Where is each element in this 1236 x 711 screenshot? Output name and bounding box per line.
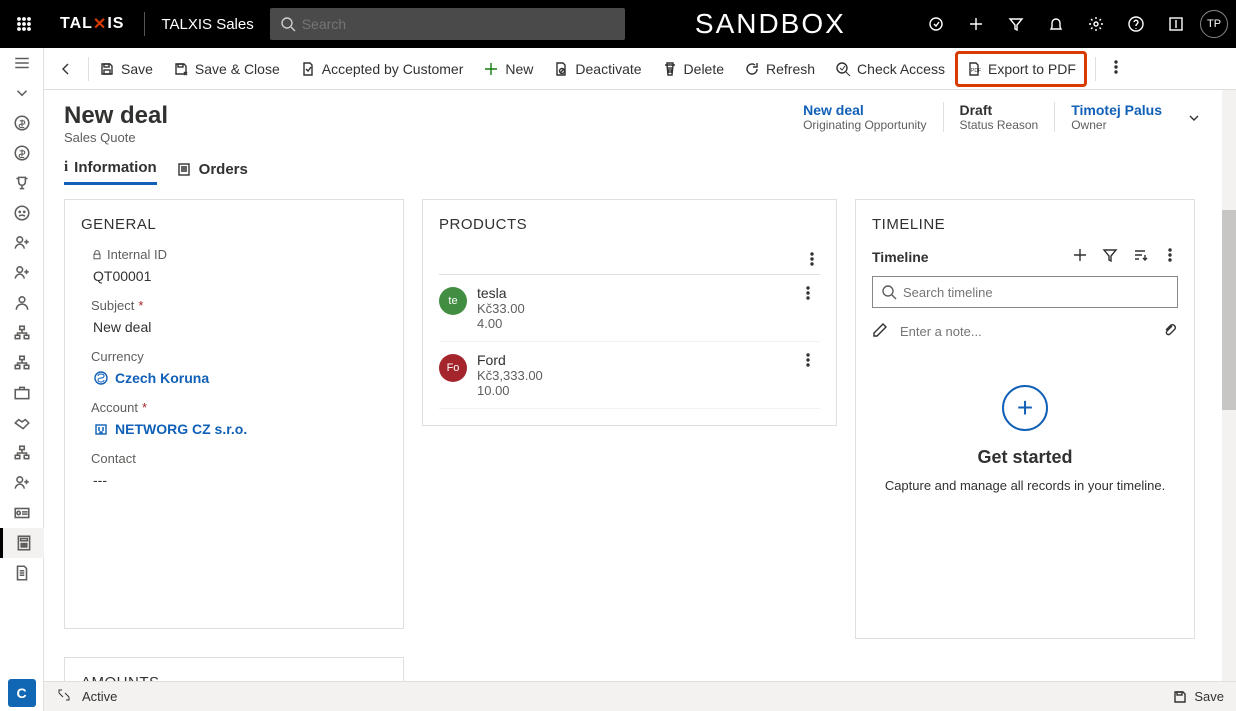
note-pencil-icon[interactable] bbox=[872, 322, 888, 341]
new-button[interactable]: New bbox=[473, 53, 543, 85]
timeline-filter-icon[interactable] bbox=[1102, 247, 1118, 266]
flow-icon[interactable] bbox=[0, 438, 44, 468]
product-qty: 4.00 bbox=[477, 316, 786, 331]
org2-icon[interactable] bbox=[0, 348, 44, 378]
product-overflow-icon[interactable] bbox=[796, 285, 820, 304]
product-overflow-icon[interactable] bbox=[796, 352, 820, 371]
product-avatar: te bbox=[439, 287, 467, 315]
delete-button[interactable]: Delete bbox=[652, 53, 734, 85]
chevron-down-icon[interactable] bbox=[0, 78, 44, 108]
lock-icon bbox=[91, 249, 103, 261]
export-pdf-button[interactable]: PDFExport to PDF bbox=[955, 51, 1087, 87]
accepted-button[interactable]: Accepted by Customer bbox=[290, 53, 474, 85]
tab-information[interactable]: iInformation bbox=[64, 159, 157, 185]
people-add2-icon[interactable] bbox=[0, 258, 44, 288]
add-icon[interactable] bbox=[956, 0, 996, 48]
subject-value[interactable]: New deal bbox=[81, 319, 387, 335]
expand-header-icon[interactable] bbox=[1178, 102, 1202, 129]
help-icon[interactable] bbox=[1116, 0, 1156, 48]
tab-orders[interactable]: Orders bbox=[177, 159, 248, 185]
status-text: Active bbox=[82, 689, 117, 704]
svg-text:PDF: PDF bbox=[971, 68, 981, 74]
timeline-overflow-icon[interactable] bbox=[1162, 247, 1178, 266]
org-icon[interactable] bbox=[0, 318, 44, 348]
timeline-search[interactable] bbox=[872, 276, 1178, 308]
command-bar: Save Save & Close Accepted by Customer N… bbox=[44, 48, 1236, 90]
product-avatar: Fo bbox=[439, 354, 467, 382]
contact-value[interactable]: --- bbox=[81, 472, 387, 488]
attachment-icon[interactable] bbox=[1162, 322, 1178, 341]
people-icon[interactable] bbox=[0, 468, 44, 498]
check-access-button[interactable]: Check Access bbox=[825, 53, 955, 85]
product-row[interactable]: te tesla Kč33.00 4.00 bbox=[439, 275, 820, 342]
deactivate-button[interactable]: Deactivate bbox=[543, 53, 651, 85]
products-card: PRODUCTS te tesla Kč33.00 4.00 Fo Ford K… bbox=[422, 199, 837, 426]
status-expand-icon[interactable] bbox=[56, 687, 72, 706]
product-name: tesla bbox=[477, 285, 786, 301]
handshake-icon[interactable] bbox=[0, 408, 44, 438]
account-value[interactable]: NETWORG CZ s.r.o. bbox=[81, 421, 387, 437]
brand-logo: TAL✕IS bbox=[48, 14, 136, 34]
timeline-get-started-icon[interactable]: + bbox=[1002, 385, 1048, 431]
refresh-button[interactable]: Refresh bbox=[734, 53, 825, 85]
record-header: New deal Sales Quote New deal Originatin… bbox=[64, 102, 1202, 145]
app-name: TALXIS Sales bbox=[153, 16, 261, 33]
global-search[interactable] bbox=[270, 8, 625, 40]
filter-icon[interactable] bbox=[996, 0, 1036, 48]
overflow-button[interactable] bbox=[1096, 59, 1136, 78]
product-name: Ford bbox=[477, 352, 786, 368]
internal-id-value[interactable]: QT00001 bbox=[81, 268, 387, 284]
save-button[interactable]: Save bbox=[89, 53, 163, 85]
global-search-input[interactable] bbox=[302, 16, 615, 32]
general-card: GENERAL Internal ID QT00001 Subject* New… bbox=[64, 199, 404, 629]
user-avatar[interactable]: TP bbox=[1200, 10, 1228, 38]
money-icon[interactable] bbox=[0, 108, 44, 138]
timeline-search-input[interactable] bbox=[903, 285, 1169, 300]
meta-owner[interactable]: Timotej Palus bbox=[1071, 102, 1162, 118]
notification-icon[interactable] bbox=[1036, 0, 1076, 48]
document-icon[interactable] bbox=[0, 558, 44, 588]
product-qty: 10.00 bbox=[477, 383, 786, 398]
area-switcher[interactable]: C bbox=[8, 679, 36, 707]
calculator-icon[interactable] bbox=[0, 528, 44, 558]
assistant-icon[interactable] bbox=[916, 0, 956, 48]
main-content: New deal Sales Quote New deal Originatin… bbox=[44, 90, 1222, 681]
card-icon[interactable] bbox=[0, 498, 44, 528]
sandbox-label: SANDBOX bbox=[625, 8, 916, 40]
currency-value[interactable]: Czech Koruna bbox=[81, 370, 387, 386]
record-title: New deal bbox=[64, 102, 168, 130]
note-input[interactable] bbox=[900, 324, 1150, 339]
money2-icon[interactable] bbox=[0, 138, 44, 168]
timeline-sort-icon[interactable] bbox=[1132, 247, 1148, 266]
record-subtitle: Sales Quote bbox=[64, 130, 168, 145]
hamburger-icon[interactable] bbox=[0, 48, 44, 78]
timeline-card: TIMELINE Timeline + bbox=[855, 199, 1195, 639]
trophy-icon[interactable] bbox=[0, 168, 44, 198]
status-save[interactable]: Save bbox=[1194, 689, 1224, 704]
frown-icon[interactable] bbox=[0, 198, 44, 228]
person-icon[interactable] bbox=[0, 288, 44, 318]
meta-status: Draft bbox=[960, 102, 1039, 118]
left-nav-rail: C bbox=[0, 48, 44, 711]
scrollbar[interactable] bbox=[1222, 90, 1236, 681]
save-close-button[interactable]: Save & Close bbox=[163, 53, 290, 85]
product-price: Kč33.00 bbox=[477, 301, 786, 316]
briefcase-icon[interactable] bbox=[0, 378, 44, 408]
amounts-card: AMOUNTS bbox=[64, 657, 404, 681]
app-launcher-icon[interactable] bbox=[0, 16, 48, 32]
product-price: Kč3,333.00 bbox=[477, 368, 786, 383]
panel-icon[interactable] bbox=[1156, 0, 1196, 48]
product-row[interactable]: Fo Ford Kč3,333.00 10.00 bbox=[439, 342, 820, 409]
products-overflow-icon[interactable] bbox=[804, 251, 820, 270]
timeline-add-icon[interactable] bbox=[1072, 247, 1088, 266]
form-tabs: iInformation Orders bbox=[64, 159, 1202, 185]
top-header: TAL✕IS TALXIS Sales SANDBOX TP bbox=[0, 0, 1236, 48]
status-bar: Active Save bbox=[44, 681, 1236, 711]
people-add-icon[interactable] bbox=[0, 228, 44, 258]
meta-opportunity[interactable]: New deal bbox=[803, 102, 926, 118]
settings-icon[interactable] bbox=[1076, 0, 1116, 48]
back-button[interactable] bbox=[44, 61, 88, 77]
